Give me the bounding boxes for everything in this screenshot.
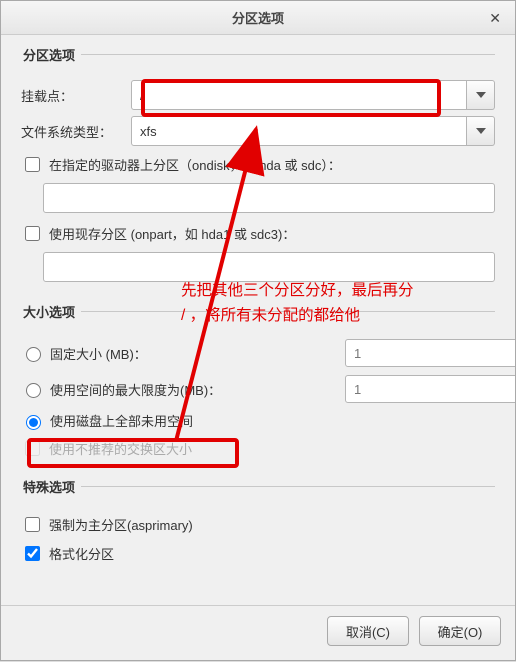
row-grow: 使用磁盘上全部未用空间 (21, 411, 495, 430)
section-size-legend: 大小选项 (21, 302, 81, 321)
mount-input[interactable] (131, 80, 467, 110)
row-asprimary: 强制为主分区(asprimary) (21, 514, 495, 535)
recommended-label: 使用不推荐的交换区大小 (49, 439, 192, 458)
ok-button[interactable]: 确定(O) (419, 616, 501, 646)
window-title: 分区选项 (232, 8, 284, 27)
asprimary-label: 强制为主分区(asprimary) (49, 515, 193, 534)
section-partition: 分区选项 挂载点： 文件系统类型： (21, 45, 495, 292)
close-icon[interactable]: ✕ (485, 10, 505, 27)
row-format: 格式化分区 (21, 543, 495, 564)
ondisk-label: 在指定的驱动器上分区（ondisk，如 hda 或 sdc）： (49, 155, 341, 174)
fstype-combo (131, 116, 495, 146)
maxsize-value-input[interactable] (345, 375, 515, 403)
chevron-down-icon (476, 128, 486, 134)
asprimary-checkbox[interactable] (25, 517, 40, 532)
mount-combo (131, 80, 495, 110)
grow-radio[interactable] (26, 415, 41, 430)
mount-dropdown-button[interactable] (467, 80, 495, 110)
fixed-value-input[interactable] (345, 339, 515, 367)
maxsize-spin (345, 375, 495, 403)
ondisk-checkbox[interactable] (25, 157, 40, 172)
ondisk-field-wrap (43, 183, 495, 213)
section-partition-legend: 分区选项 (21, 45, 81, 64)
row-mount: 挂载点： (21, 80, 495, 110)
section-special: 特殊选项 强制为主分区(asprimary) 格式化分区 (21, 477, 495, 572)
fstype-dropdown-button[interactable] (467, 116, 495, 146)
chevron-down-icon (476, 92, 486, 98)
titlebar: 分区选项 ✕ (1, 1, 515, 35)
cancel-button[interactable]: 取消(C) (327, 616, 409, 646)
onpart-input[interactable] (43, 252, 495, 282)
onpart-label: 使用现存分区 (onpart，如 hda1 或 sdc3)： (49, 224, 295, 243)
ondisk-input[interactable] (43, 183, 495, 213)
row-fstype: 文件系统类型： (21, 116, 495, 146)
section-special-legend: 特殊选项 (21, 477, 81, 496)
onpart-checkbox[interactable] (25, 226, 40, 241)
row-fixed: 固定大小 (MB)： (21, 339, 495, 367)
fixed-spin (345, 339, 495, 367)
row-onpart-check: 使用现存分区 (onpart，如 hda1 或 sdc3)： (21, 223, 495, 244)
onpart-field-wrap (43, 252, 495, 282)
fixed-radio[interactable] (26, 347, 41, 362)
dialog-partition-options: 分区选项 ✕ 分区选项 挂载点： 文件系统类型： (0, 0, 516, 661)
dialog-body: 分区选项 挂载点： 文件系统类型： (1, 35, 515, 592)
row-maxsize: 使用空间的最大限度为(MB)： (21, 375, 495, 403)
fstype-input[interactable] (131, 116, 467, 146)
row-ondisk-check: 在指定的驱动器上分区（ondisk，如 hda 或 sdc）： (21, 154, 495, 175)
grow-label: 使用磁盘上全部未用空间 (50, 411, 193, 430)
maxsize-radio[interactable] (26, 383, 41, 398)
fstype-label: 文件系统类型： (21, 122, 131, 141)
footer: 取消(C) 确定(O) (1, 605, 515, 660)
fixed-label: 固定大小 (MB)： (50, 344, 280, 363)
section-size: 大小选项 固定大小 (MB)： 使用空间的最大限度为(MB)： (21, 302, 495, 467)
format-checkbox[interactable] (25, 546, 40, 561)
recommended-checkbox (25, 441, 40, 456)
row-recommended: 使用不推荐的交换区大小 (21, 438, 495, 459)
format-label: 格式化分区 (49, 544, 114, 563)
mount-label: 挂载点： (21, 86, 131, 105)
maxsize-label: 使用空间的最大限度为(MB)： (50, 380, 280, 399)
